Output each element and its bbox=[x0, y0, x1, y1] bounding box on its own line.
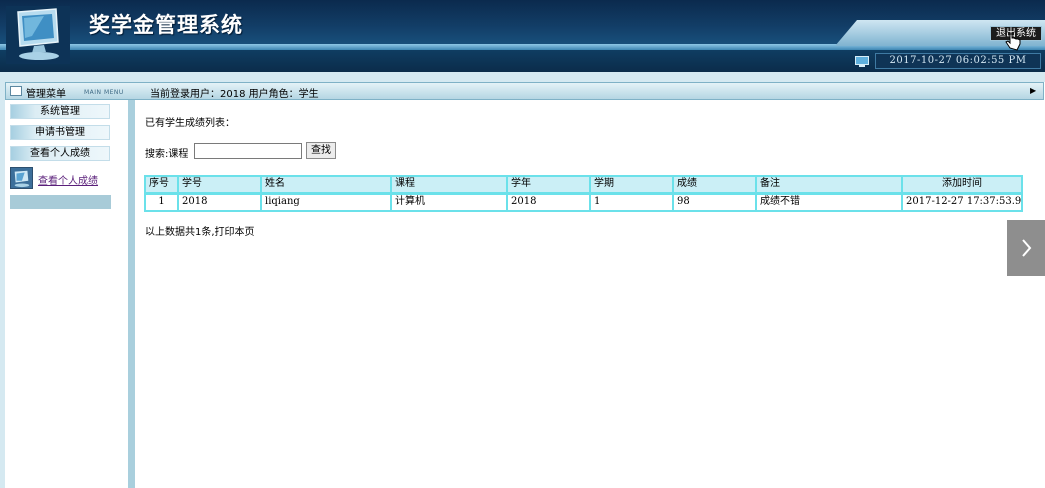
search-input[interactable] bbox=[194, 143, 302, 159]
column-header: 学期 bbox=[591, 177, 672, 192]
table-cell: 1 bbox=[146, 195, 177, 210]
sidebar-link-view-grades[interactable]: 查看个人成绩 bbox=[38, 172, 98, 187]
table-cell: 2018 bbox=[179, 195, 260, 210]
search-button[interactable]: 查找 bbox=[306, 142, 336, 159]
chevron-right-icon bbox=[1022, 239, 1032, 257]
table-cell: 计算机 bbox=[392, 195, 506, 210]
column-header: 成绩 bbox=[674, 177, 755, 192]
sidebar-item-view-grades[interactable]: 查看个人成绩 bbox=[10, 146, 110, 161]
table-cell: 成绩不错 bbox=[757, 195, 901, 210]
menu-icon bbox=[10, 86, 22, 96]
grades-thumbnail-icon bbox=[10, 167, 33, 189]
hand-cursor-icon bbox=[1005, 33, 1021, 51]
next-page-button[interactable] bbox=[1007, 220, 1045, 276]
table-header-row: 序号 学号 姓名 课程 学年 学期 成绩 备注 添加时间 bbox=[146, 177, 1021, 192]
menu-subtitle: MAIN MENU bbox=[84, 89, 124, 96]
menu-title: 管理菜单 bbox=[26, 89, 66, 100]
monitor-icon bbox=[855, 56, 869, 67]
current-user-info: 当前登录用户：2018 用户角色：学生 bbox=[150, 89, 319, 100]
table-cell: liqiang bbox=[262, 195, 390, 210]
table-cell: 1 bbox=[591, 195, 672, 210]
column-header: 姓名 bbox=[262, 177, 390, 192]
table-cell: 2018 bbox=[508, 195, 589, 210]
column-header: 添加时间 bbox=[903, 177, 1021, 192]
sidebar-divider bbox=[128, 100, 135, 488]
summary-text: 以上数据共1条,打印本页 bbox=[145, 227, 255, 238]
sidebar-section-bar bbox=[10, 195, 111, 209]
app-title: 奖学金管理系统 bbox=[89, 12, 243, 37]
computer-logo-icon bbox=[6, 6, 70, 64]
column-header: 学号 bbox=[179, 177, 260, 192]
expand-arrow-icon[interactable]: ▶ bbox=[1030, 86, 1036, 95]
list-title: 已有学生成绩列表： bbox=[145, 118, 235, 129]
grades-table: 序号 学号 姓名 课程 学年 学期 成绩 备注 添加时间 1 2018 liqi… bbox=[144, 175, 1023, 212]
current-datetime: 2017-10-27 06:02:55 PM bbox=[875, 53, 1041, 69]
column-header: 序号 bbox=[146, 177, 177, 192]
sidebar-item-application-management[interactable]: 申请书管理 bbox=[10, 125, 110, 140]
table-row: 1 2018 liqiang 计算机 2018 1 98 成绩不错 2017-1… bbox=[146, 195, 1021, 210]
table-cell: 98 bbox=[674, 195, 755, 210]
search-label: 搜索:课程 bbox=[145, 149, 189, 160]
top-spacer bbox=[0, 72, 1045, 82]
column-header: 备注 bbox=[757, 177, 901, 192]
sidebar-item-system-management[interactable]: 系统管理 bbox=[10, 104, 110, 119]
column-header: 学年 bbox=[508, 177, 589, 192]
column-header: 课程 bbox=[392, 177, 506, 192]
table-cell: 2017-12-27 17:37:53.953 bbox=[903, 195, 1021, 210]
